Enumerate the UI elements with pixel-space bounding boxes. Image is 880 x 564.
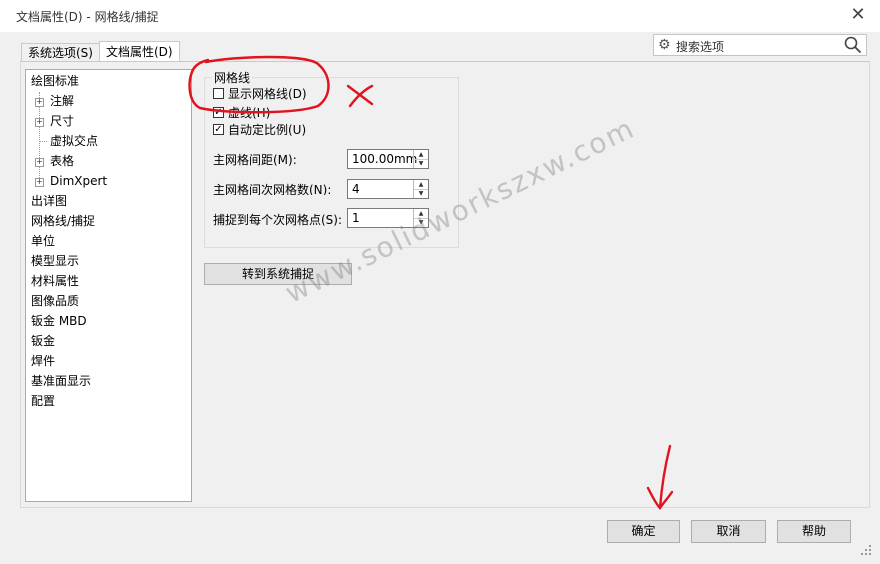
help-button[interactable]: 帮助 <box>777 520 851 543</box>
search-icon[interactable] <box>844 36 862 54</box>
red-x-mark-icon <box>346 84 374 108</box>
tree-item-units[interactable]: 单位 <box>31 231 55 251</box>
tree-item-virtual-sharps[interactable]: 虚拟交点 <box>50 131 98 151</box>
expand-icon[interactable]: + <box>35 118 44 127</box>
red-arrow-icon <box>646 444 674 510</box>
tree-item-model-display[interactable]: 模型显示 <box>31 251 79 271</box>
minor-per-major-label: 主网格间次网格数(N): <box>213 183 332 195</box>
tree-item-tables[interactable]: 表格 <box>50 151 74 171</box>
tree-item-dimxpert[interactable]: DimXpert <box>50 171 107 191</box>
snap-points-value[interactable]: 1 <box>352 211 360 225</box>
cancel-button[interactable]: 取消 <box>691 520 766 543</box>
checkbox-box[interactable]: ✓ <box>213 124 224 135</box>
tree-item-dimensions[interactable]: 尺寸 <box>50 111 74 131</box>
snap-points-label: 捕捉到每个次网格点(S): <box>213 213 343 227</box>
spin-down-icon[interactable]: ▼ <box>414 159 428 168</box>
ok-button[interactable]: 确定 <box>607 520 680 543</box>
auto-scale-checkbox[interactable]: ✓ 自动定比例(U) <box>213 122 323 140</box>
window-title: 文档属性(D) - 网格线/捕捉 <box>16 10 159 24</box>
close-icon[interactable]: ✕ <box>848 4 868 26</box>
expand-icon[interactable]: + <box>35 178 44 187</box>
resize-grip-icon[interactable] <box>858 542 872 556</box>
tree-item-sheet-metal[interactable]: 钣金 <box>31 331 55 351</box>
expand-icon[interactable]: + <box>35 98 44 107</box>
tree-item-image-quality[interactable]: 图像品质 <box>31 291 79 311</box>
major-spacing-label: 主网格间距(M): <box>213 153 297 167</box>
minor-per-major-label-wrap: 主网格间次网格数(N): <box>213 181 343 195</box>
tree-item-grid-snap[interactable]: 网格线/捕捉 <box>31 211 95 231</box>
tab-system-options[interactable]: 系统选项(S) <box>21 43 100 62</box>
minor-per-major-value[interactable]: 4 <box>352 182 360 196</box>
tree-item-drafting-standard[interactable]: 绘图标准 <box>31 71 79 91</box>
tree-item-sheet-metal-mbd[interactable]: 钣金 MBD <box>31 311 87 331</box>
red-highlight-circle <box>188 55 330 114</box>
minor-per-major-stepper[interactable]: 4 ▲ ▼ <box>347 179 429 199</box>
search-placeholder: 搜索选项 <box>676 40 725 54</box>
tree-item-plane-display[interactable]: 基准面显示 <box>31 371 91 391</box>
gear-icon: ⚙ <box>658 37 671 53</box>
search-input[interactable]: ⚙ 搜索选项 <box>653 34 867 56</box>
tree-item-weldments[interactable]: 焊件 <box>31 351 55 371</box>
options-tree[interactable]: 绘图标准 + 注解 + 尺寸 虚拟交点 + 表格 + DimXpert 出详图 … <box>25 69 192 502</box>
spin-down-icon[interactable]: ▼ <box>414 189 428 198</box>
title-bar: 文档属性(D) - 网格线/捕捉 ✕ <box>0 0 880 32</box>
major-spacing-stepper[interactable]: 100.00mm ▲ ▼ <box>347 149 429 169</box>
auto-scale-label: 自动定比例(U) <box>228 123 307 137</box>
tree-item-configurations[interactable]: 配置 <box>31 391 55 411</box>
major-spacing-value[interactable]: 100.00mm <box>352 152 417 166</box>
tab-document-properties[interactable]: 文档属性(D) <box>99 41 180 62</box>
expand-icon[interactable]: + <box>35 158 44 167</box>
tree-item-annotations[interactable]: 注解 <box>50 91 74 111</box>
tree-item-material-properties[interactable]: 材料属性 <box>31 271 79 291</box>
tree-item-detailing[interactable]: 出详图 <box>31 191 67 211</box>
